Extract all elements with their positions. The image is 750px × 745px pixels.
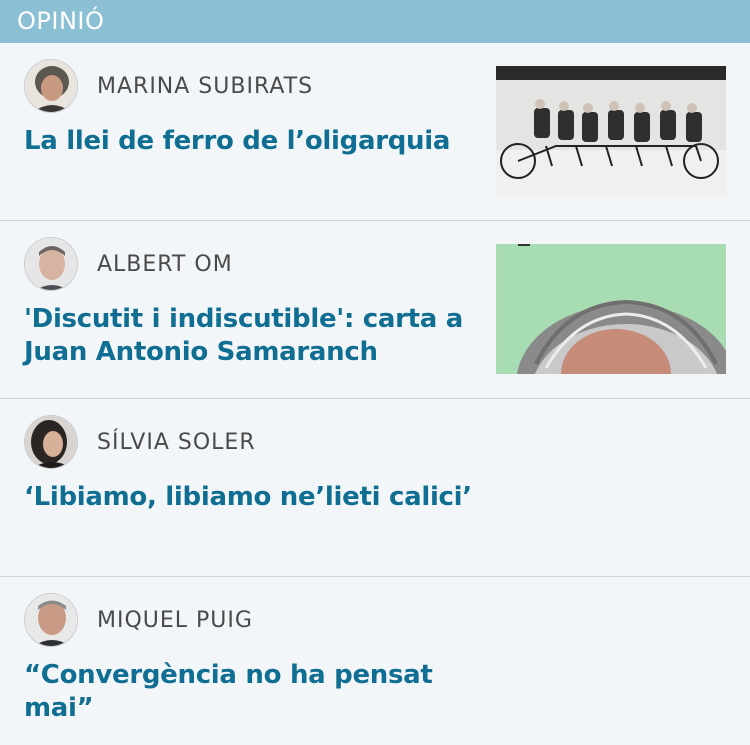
article-headline[interactable]: ‘Libiamo, libiamo ne’lieti calici’: [24, 481, 474, 514]
author-name[interactable]: SÍLVIA SOLER: [97, 430, 256, 455]
article-item[interactable]: MIQUEL PUIG “Convergència no ha pensat m…: [0, 577, 750, 744]
section-header: OPINIÓ: [0, 0, 750, 43]
article-thumbnail[interactable]: [496, 66, 726, 196]
section-title: OPINIÓ: [17, 7, 105, 35]
article-headline[interactable]: 'Discutit i indiscutible': carta a Juan …: [24, 303, 474, 369]
author-avatar[interactable]: [24, 59, 78, 113]
author-name[interactable]: MIQUEL PUIG: [97, 608, 253, 633]
author-name[interactable]: MARINA SUBIRATS: [97, 74, 313, 99]
article-headline[interactable]: “Convergència no ha pensat mai”: [24, 659, 474, 725]
article-item[interactable]: ALBERT OM 'Discutit i indiscutible': car…: [0, 221, 750, 399]
author-avatar[interactable]: [24, 415, 78, 469]
article-item[interactable]: SÍLVIA SOLER ‘Libiamo, libiamo ne’lieti …: [0, 399, 750, 577]
author-avatar[interactable]: [24, 593, 78, 647]
author-name[interactable]: ALBERT OM: [97, 252, 233, 277]
article-headline[interactable]: La llei de ferro de l’oligarquia: [24, 125, 474, 158]
article-item[interactable]: MARINA SUBIRATS La llei de ferro de l’ol…: [0, 43, 750, 221]
author-avatar[interactable]: [24, 237, 78, 291]
article-list: MARINA SUBIRATS La llei de ferro de l’ol…: [0, 43, 750, 744]
article-thumbnail[interactable]: [496, 244, 726, 374]
